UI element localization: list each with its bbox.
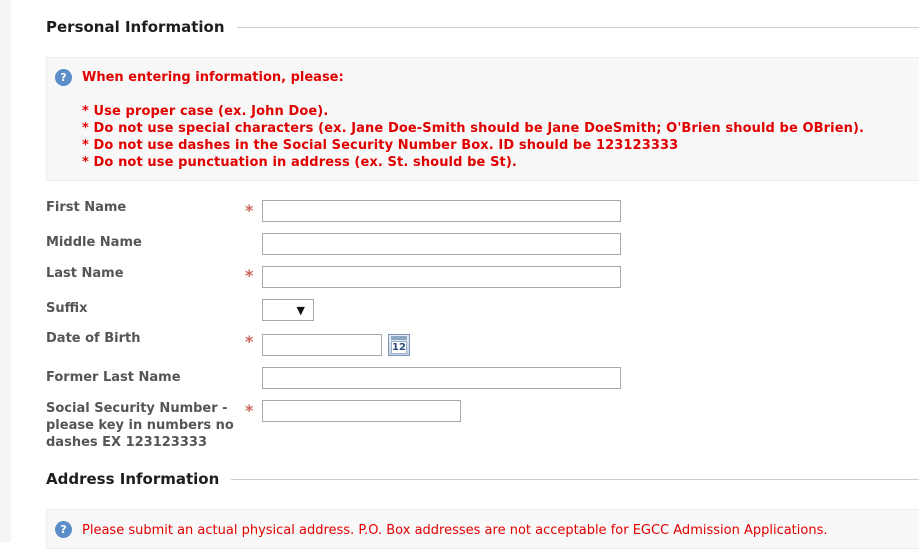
section-divider [231,479,919,480]
section-divider [237,27,919,28]
former-last-name-input[interactable] [262,367,621,389]
notice-heading: When entering information, please: [82,70,344,85]
personal-information-header: Personal Information [46,17,919,37]
last-name-input[interactable] [262,266,621,288]
calendar-day: 12 [391,341,407,354]
date-of-birth-input[interactable] [262,334,382,356]
date-of-birth-label: Date of Birth [46,330,140,347]
address-notice-text: Please submit an actual physical address… [82,523,828,538]
chevron-down-icon: ▼ [297,304,305,317]
suffix-select[interactable]: ▼ [262,299,314,321]
address-information-header: Address Information [46,469,919,489]
notice-rule: * Do not use special characters (ex. Jan… [82,121,864,136]
middle-name-label: Middle Name [46,234,142,251]
required-star: * [245,203,253,219]
notice-rule: * Use proper case (ex. John Doe). [82,104,328,119]
notice-rule: * Do not use dashes in the Social Securi… [82,138,678,153]
first-name-input[interactable] [262,200,621,222]
section-title: Address Information [46,470,219,488]
ssn-label-line: please key in numbers no [46,417,234,434]
entry-instructions-notice: ? When entering information, please: * U… [46,57,919,181]
first-name-label: First Name [46,199,126,216]
required-star: * [245,334,253,350]
calendar-header [391,336,407,340]
required-star: * [245,403,253,419]
address-notice: ? Please submit an actual physical addre… [46,509,919,549]
info-icon: ? [55,69,72,86]
ssn-label-line: dashes EX 123123333 [46,434,207,451]
last-name-label: Last Name [46,265,124,282]
former-last-name-label: Former Last Name [46,369,181,386]
suffix-label: Suffix [46,300,88,317]
required-star: * [245,268,253,284]
notice-rule: * Do not use punctuation in address (ex.… [82,155,517,170]
middle-name-input[interactable] [262,233,621,255]
left-rail [0,0,11,542]
section-title: Personal Information [46,18,225,36]
info-icon: ? [55,521,72,538]
ssn-label-line: Social Security Number - [46,400,228,417]
ssn-input[interactable] [262,400,461,422]
calendar-icon[interactable]: 12 [388,334,410,356]
